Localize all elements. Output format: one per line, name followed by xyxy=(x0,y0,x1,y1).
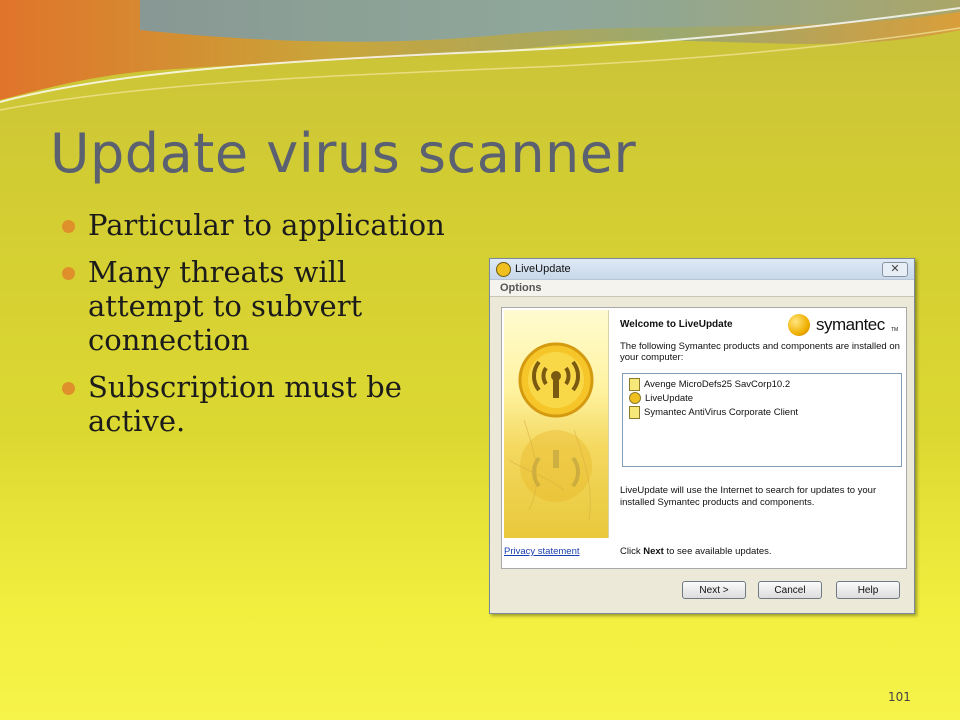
bullet-dot-icon xyxy=(62,220,75,233)
list-item[interactable]: Symantec AntiVirus Corporate Client xyxy=(629,406,798,420)
welcome-heading: Welcome to LiveUpdate xyxy=(620,319,733,330)
bullet-item: Subscription must be active. xyxy=(62,370,462,438)
bullet-item: Many threats will attempt to subvert con… xyxy=(62,255,462,357)
liveupdate-window: LiveUpdate ✕ Options Welcome to LiveUpda… xyxy=(489,258,915,614)
document-icon xyxy=(629,406,640,419)
window-title: LiveUpdate xyxy=(515,263,571,275)
symantec-logo-icon: symantec TM xyxy=(788,314,902,338)
header-wave-decoration xyxy=(0,0,960,111)
installed-products-list[interactable]: Avenge MicroDefs25 SavCorp10.2 LiveUpdat… xyxy=(622,373,902,467)
info-text: LiveUpdate will use the Internet to sear… xyxy=(620,485,877,508)
page-number: 101 xyxy=(888,690,911,704)
brand-tm: TM xyxy=(891,327,899,333)
menu-options[interactable]: Options xyxy=(500,282,542,294)
document-icon xyxy=(629,378,640,391)
bullet-text: Many threats will attempt to subvert con… xyxy=(88,255,363,357)
bullet-item: Particular to application xyxy=(62,208,462,242)
symantec-ball-icon xyxy=(788,314,810,336)
hint-next-bold: Next xyxy=(643,546,664,557)
menu-bar: Options xyxy=(490,280,914,297)
list-item-label: LiveUpdate xyxy=(645,393,694,404)
intro-text: The following Symantec products and comp… xyxy=(620,341,900,363)
help-button[interactable]: Help xyxy=(836,581,900,599)
bullet-text: Particular to application xyxy=(88,208,445,242)
liveupdate-artwork xyxy=(504,310,609,538)
close-icon[interactable]: ✕ xyxy=(882,262,908,277)
signal-icon xyxy=(508,342,594,521)
list-item-label: Symantec AntiVirus Corporate Client xyxy=(644,407,799,419)
click-next-hint: Click Next to see available updates. xyxy=(620,546,772,557)
list-item-label: Avenge MicroDefs25 SavCorp10.2 xyxy=(644,379,791,391)
brand-name: symantec xyxy=(816,315,885,334)
bullet-text: Subscription must be active. xyxy=(88,370,402,438)
liveupdate-icon xyxy=(629,392,641,405)
cancel-button[interactable]: Cancel xyxy=(758,581,822,599)
next-button[interactable]: Next > xyxy=(682,581,746,599)
list-item[interactable]: LiveUpdate xyxy=(629,392,693,406)
content-panel: Welcome to LiveUpdate symantec TM The fo… xyxy=(501,307,907,569)
privacy-statement-link[interactable]: Privacy statement xyxy=(504,546,580,557)
bullet-dot-icon xyxy=(62,267,75,280)
slide-title: Update virus scanner xyxy=(50,122,637,185)
hint-suffix: to see available updates. xyxy=(663,546,772,557)
window-titlebar[interactable]: LiveUpdate ✕ xyxy=(490,259,914,280)
bullet-dot-icon xyxy=(62,382,75,395)
liveupdate-icon xyxy=(496,262,511,277)
bullet-list: Particular to application Many threats w… xyxy=(62,208,462,451)
hint-prefix: Click xyxy=(620,546,644,557)
list-item[interactable]: Avenge MicroDefs25 SavCorp10.2 xyxy=(629,378,790,392)
